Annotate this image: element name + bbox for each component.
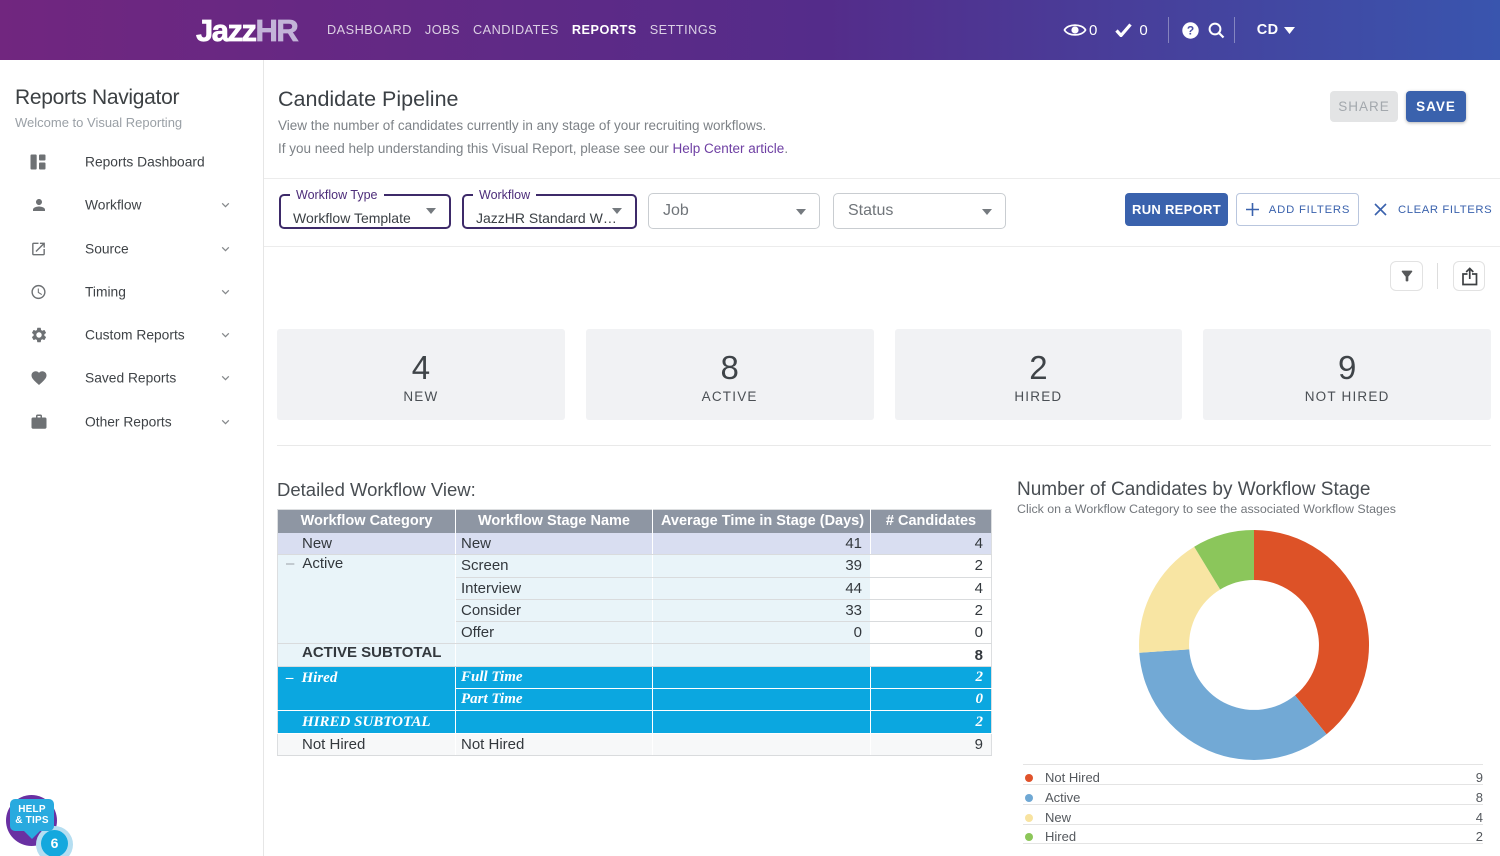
svg-text:?: ? (1187, 23, 1194, 37)
